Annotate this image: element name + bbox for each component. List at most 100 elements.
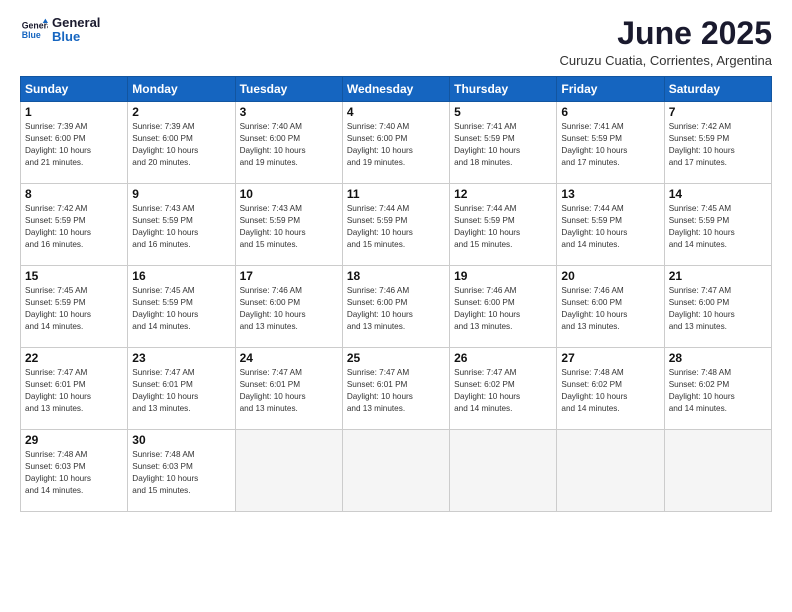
day-info: Sunrise: 7:43 AM Sunset: 5:59 PM Dayligh…	[240, 203, 338, 251]
calendar-cell: 6 Sunrise: 7:41 AM Sunset: 5:59 PM Daylig…	[557, 102, 664, 184]
calendar-cell: 29 Sunrise: 7:48 AM Sunset: 6:03 PM Dayli…	[21, 430, 128, 512]
day-info: Sunrise: 7:44 AM Sunset: 5:59 PM Dayligh…	[561, 203, 659, 251]
day-number: 19	[454, 269, 552, 283]
day-info: Sunrise: 7:45 AM Sunset: 5:59 PM Dayligh…	[25, 285, 123, 333]
header-wednesday: Wednesday	[342, 77, 449, 102]
day-number: 11	[347, 187, 445, 201]
day-info: Sunrise: 7:48 AM Sunset: 6:02 PM Dayligh…	[561, 367, 659, 415]
calendar-cell	[342, 430, 449, 512]
day-number: 16	[132, 269, 230, 283]
calendar-cell: 4Sunrise: 7:40 AM Sunset: 6:00 PM Daylig…	[342, 102, 449, 184]
day-number: 24	[240, 351, 338, 365]
calendar-table: Sunday Monday Tuesday Wednesday Thursday…	[20, 76, 772, 512]
calendar-cell: 24 Sunrise: 7:47 AM Sunset: 6:01 PM Dayli…	[235, 348, 342, 430]
calendar-cell	[664, 430, 771, 512]
calendar-cell: 22 Sunrise: 7:47 AM Sunset: 6:01 PM Dayli…	[21, 348, 128, 430]
header-tuesday: Tuesday	[235, 77, 342, 102]
logo: General Blue General Blue	[20, 16, 100, 45]
calendar-cell: 26 Sunrise: 7:47 AM Sunset: 6:02 PM Dayli…	[450, 348, 557, 430]
header-saturday: Saturday	[664, 77, 771, 102]
day-info: Sunrise: 7:39 AM Sunset: 6:00 PM Dayligh…	[25, 121, 123, 169]
calendar-cell: 30Sunrise: 7:48 AM Sunset: 6:03 PM Dayli…	[128, 430, 235, 512]
day-number: 18	[347, 269, 445, 283]
day-number: 30	[132, 433, 230, 447]
day-info: Sunrise: 7:48 AM Sunset: 6:03 PM Dayligh…	[25, 449, 123, 497]
day-number: 3	[240, 105, 338, 119]
day-number: 8	[25, 187, 123, 201]
day-info: Sunrise: 7:41 AM Sunset: 5:59 PM Dayligh…	[454, 121, 552, 169]
calendar-week-row: 29 Sunrise: 7:48 AM Sunset: 6:03 PM Dayli…	[21, 430, 772, 512]
day-info: Sunrise: 7:44 AM Sunset: 5:59 PM Dayligh…	[454, 203, 552, 251]
calendar-cell: 15 Sunrise: 7:45 AM Sunset: 5:59 PM Dayli…	[21, 266, 128, 348]
day-info: Sunrise: 7:42 AM Sunset: 5:59 PM Dayligh…	[669, 121, 767, 169]
header-friday: Friday	[557, 77, 664, 102]
calendar-cell: 2Sunrise: 7:39 AM Sunset: 6:00 PM Daylig…	[128, 102, 235, 184]
day-number: 7	[669, 105, 767, 119]
calendar-cell	[557, 430, 664, 512]
day-number: 25	[347, 351, 445, 365]
header-sunday: Sunday	[21, 77, 128, 102]
day-number: 6	[561, 105, 659, 119]
header: General Blue General Blue June 2025 Curu…	[20, 16, 772, 68]
calendar-cell: 12 Sunrise: 7:44 AM Sunset: 5:59 PM Dayli…	[450, 184, 557, 266]
calendar-cell: 17 Sunrise: 7:46 AM Sunset: 6:00 PM Dayli…	[235, 266, 342, 348]
calendar-cell: 9 Sunrise: 7:43 AM Sunset: 5:59 PM Daylig…	[128, 184, 235, 266]
day-number: 22	[25, 351, 123, 365]
day-number: 15	[25, 269, 123, 283]
header-thursday: Thursday	[450, 77, 557, 102]
day-info: Sunrise: 7:46 AM Sunset: 6:00 PM Dayligh…	[454, 285, 552, 333]
day-info: Sunrise: 7:47 AM Sunset: 6:01 PM Dayligh…	[240, 367, 338, 415]
calendar-body: 1 Sunrise: 7:39 AM Sunset: 6:00 PM Daylig…	[21, 102, 772, 512]
calendar-cell: 1 Sunrise: 7:39 AM Sunset: 6:00 PM Daylig…	[21, 102, 128, 184]
title-block: June 2025 Curuzu Cuatia, Corrientes, Arg…	[560, 16, 772, 68]
calendar-cell: 5 Sunrise: 7:41 AM Sunset: 5:59 PM Daylig…	[450, 102, 557, 184]
day-info: Sunrise: 7:48 AM Sunset: 6:02 PM Dayligh…	[669, 367, 767, 415]
day-info: Sunrise: 7:44 AM Sunset: 5:59 PM Dayligh…	[347, 203, 445, 251]
location: Curuzu Cuatia, Corrientes, Argentina	[560, 53, 772, 68]
day-number: 28	[669, 351, 767, 365]
calendar-cell: 3Sunrise: 7:40 AM Sunset: 6:00 PM Daylig…	[235, 102, 342, 184]
day-number: 20	[561, 269, 659, 283]
weekday-header-row: Sunday Monday Tuesday Wednesday Thursday…	[21, 77, 772, 102]
calendar-header: Sunday Monday Tuesday Wednesday Thursday…	[21, 77, 772, 102]
day-number: 9	[132, 187, 230, 201]
day-number: 13	[561, 187, 659, 201]
day-number: 10	[240, 187, 338, 201]
day-number: 1	[25, 105, 123, 119]
logo-icon: General Blue	[20, 16, 48, 44]
header-monday: Monday	[128, 77, 235, 102]
calendar-week-row: 1 Sunrise: 7:39 AM Sunset: 6:00 PM Daylig…	[21, 102, 772, 184]
day-info: Sunrise: 7:39 AM Sunset: 6:00 PM Dayligh…	[132, 121, 230, 169]
day-number: 23	[132, 351, 230, 365]
calendar-cell: 16Sunrise: 7:45 AM Sunset: 5:59 PM Dayli…	[128, 266, 235, 348]
day-info: Sunrise: 7:41 AM Sunset: 5:59 PM Dayligh…	[561, 121, 659, 169]
day-number: 17	[240, 269, 338, 283]
calendar-week-row: 15 Sunrise: 7:45 AM Sunset: 5:59 PM Dayli…	[21, 266, 772, 348]
day-number: 26	[454, 351, 552, 365]
day-number: 21	[669, 269, 767, 283]
day-number: 14	[669, 187, 767, 201]
calendar-cell: 10 Sunrise: 7:43 AM Sunset: 5:59 PM Dayli…	[235, 184, 342, 266]
calendar-cell: 18 Sunrise: 7:46 AM Sunset: 6:00 PM Dayli…	[342, 266, 449, 348]
day-number: 5	[454, 105, 552, 119]
day-info: Sunrise: 7:45 AM Sunset: 5:59 PM Dayligh…	[669, 203, 767, 251]
day-info: Sunrise: 7:46 AM Sunset: 6:00 PM Dayligh…	[347, 285, 445, 333]
day-info: Sunrise: 7:43 AM Sunset: 5:59 PM Dayligh…	[132, 203, 230, 251]
calendar-cell: 19 Sunrise: 7:46 AM Sunset: 6:00 PM Dayli…	[450, 266, 557, 348]
day-number: 27	[561, 351, 659, 365]
day-info: Sunrise: 7:47 AM Sunset: 6:02 PM Dayligh…	[454, 367, 552, 415]
calendar-cell	[450, 430, 557, 512]
calendar-cell: 21Sunrise: 7:47 AM Sunset: 6:00 PM Dayli…	[664, 266, 771, 348]
day-number: 4	[347, 105, 445, 119]
day-info: Sunrise: 7:46 AM Sunset: 6:00 PM Dayligh…	[240, 285, 338, 333]
day-info: Sunrise: 7:47 AM Sunset: 6:01 PM Dayligh…	[347, 367, 445, 415]
calendar-cell: 25 Sunrise: 7:47 AM Sunset: 6:01 PM Dayli…	[342, 348, 449, 430]
calendar-week-row: 8Sunrise: 7:42 AM Sunset: 5:59 PM Daylig…	[21, 184, 772, 266]
day-number: 12	[454, 187, 552, 201]
day-number: 29	[25, 433, 123, 447]
calendar-cell	[235, 430, 342, 512]
calendar-cell: 7 Sunrise: 7:42 AM Sunset: 5:59 PM Daylig…	[664, 102, 771, 184]
calendar-week-row: 22 Sunrise: 7:47 AM Sunset: 6:01 PM Dayli…	[21, 348, 772, 430]
logo-text-general: General	[52, 16, 100, 30]
day-info: Sunrise: 7:47 AM Sunset: 6:01 PM Dayligh…	[25, 367, 123, 415]
